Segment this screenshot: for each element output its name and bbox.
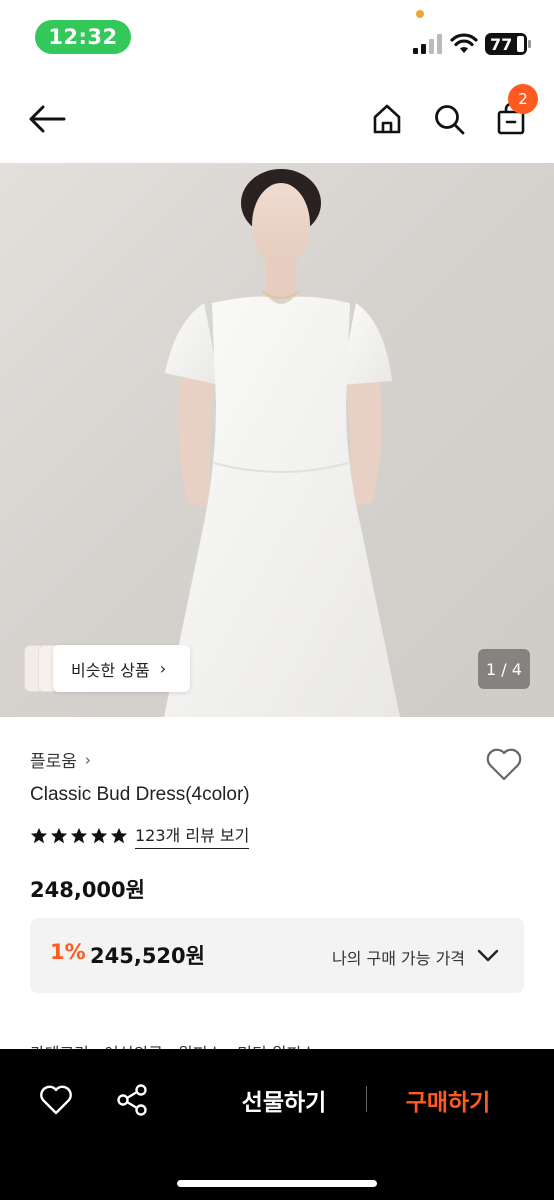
status-bar: 12:32 77 [0,0,554,76]
home-indicator [177,1180,377,1187]
wifi-icon [450,33,478,53]
camera-indicator-dot [416,10,424,18]
product-price: 248,000원 [30,878,145,902]
chevron-down-icon [477,949,499,962]
product-title: Classic Bud Dress(4color) [30,784,250,805]
my-price-label: 나의 구매 가능 가격 [332,949,466,968]
brand-name: 플로움 [30,752,77,772]
heart-icon[interactable] [38,1082,74,1118]
buy-button[interactable]: 구매하기 [392,1079,504,1121]
battery-cap [528,40,531,48]
home-button[interactable] [366,98,408,140]
similar-products-label: 비슷한 상품 [71,660,150,680]
star-icon [50,827,68,843]
star-icon [90,827,108,843]
gift-button[interactable]: 선물하기 [225,1079,343,1121]
heart-icon[interactable] [484,744,524,784]
top-navigation: 2 [0,76,554,163]
divider [366,1086,367,1112]
battery-level: 77 [490,34,513,54]
review-link[interactable]: 123개 리뷰 보기 [135,822,250,849]
rating-stars [30,827,128,845]
discount-price: 245,520원 [90,944,205,968]
star-icon [110,827,128,843]
product-photo [164,169,400,717]
similar-products-button[interactable]: 비슷한 상품 › [53,645,190,692]
share-icon[interactable] [114,1082,150,1118]
battery-indicator: 77 [485,33,527,55]
brand-link[interactable]: 플로움 › [30,747,91,773]
search-icon [435,105,465,135]
status-time: 12:32 [35,20,131,54]
rating-row: 123개 리뷰 보기 [30,822,250,849]
product-image-carousel[interactable]: 비슷한 상품 › 1 / 4 [0,163,554,717]
star-icon [30,827,48,843]
search-button[interactable] [428,98,470,140]
home-icon [373,104,401,134]
star-icon [70,827,88,843]
cart-count-badge: 2 [508,84,538,114]
discount-rate: 1% [50,940,86,964]
cellular-signal-icon [413,34,442,54]
image-page-indicator: 1 / 4 [478,649,530,689]
chevron-right-icon: › [84,750,91,769]
my-price-box[interactable]: 1% 245,520원 나의 구매 가능 가격 [30,918,524,993]
chevron-right-icon: › [159,659,167,678]
bottom-action-bar: 선물하기 구매하기 [0,1049,554,1200]
back-arrow-icon [29,105,66,133]
back-button[interactable] [26,98,68,140]
